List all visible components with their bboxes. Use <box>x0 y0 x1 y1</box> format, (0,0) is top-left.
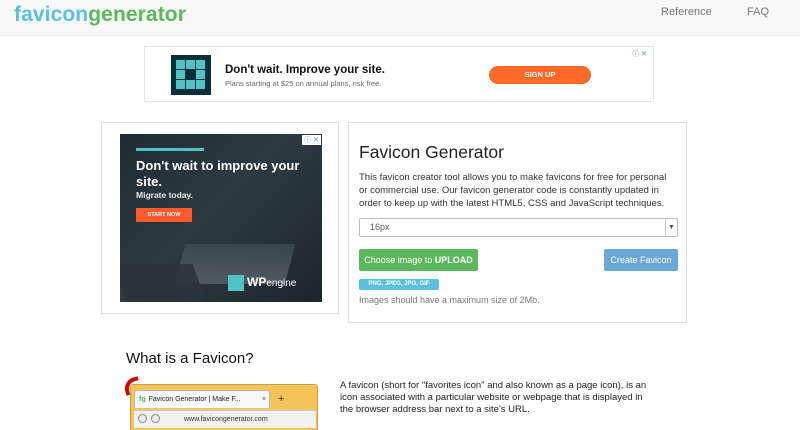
side-ad-panel: Don't wait to improve your site. Migrate… <box>101 122 339 314</box>
page-title: Favicon Generator <box>359 142 504 162</box>
wpengine-logo-icon <box>228 275 244 291</box>
banner-ad-subtitle: Plans starting at $25 on annual plans, r… <box>225 79 382 88</box>
ad-accent-line <box>136 148 204 151</box>
favicon-icon: fg <box>139 396 146 403</box>
side-ad-subline: Migrate today. <box>136 190 193 200</box>
max-size-note: Images should have a maximum size of 2Mb… <box>359 295 540 305</box>
favicon-definition: A favicon (short for "favorites icon" an… <box>340 380 647 415</box>
site-logo[interactable]: favicongenerator <box>14 3 186 27</box>
adchoices-icon[interactable]: ⓘ ✕ <box>632 49 647 59</box>
browser-address-bar: www.favicongenerator.com <box>134 410 316 428</box>
side-ad-headline: Don't wait to improve your site. <box>136 158 300 189</box>
wpengine-wordmark: WPengine <box>247 275 297 289</box>
generator-description: This favicon creator tool allows you to … <box>359 172 667 209</box>
upload-image-button[interactable]: Choose image to UPLOAD <box>359 249 478 271</box>
favicon-generator-panel: Favicon Generator This favicon creator t… <box>348 122 687 323</box>
logo-part-favicon: favicon <box>14 3 89 26</box>
back-icon <box>138 414 147 423</box>
ad-background-photo <box>120 264 208 302</box>
section-heading: What is a Favicon? <box>126 350 254 367</box>
banner-ad[interactable]: Don't wait. Improve your site. Plans sta… <box>144 46 654 102</box>
new-tab-icon: + <box>278 393 285 405</box>
nav-reference-link[interactable]: Reference <box>661 6 712 18</box>
banner-ad-title: Don't wait. Improve your site. <box>225 64 385 76</box>
browser-tab: fg Favicon Generator | Make F... × <box>134 390 270 408</box>
signup-button[interactable]: SIGN UP <box>489 66 591 84</box>
chevron-down-icon: ▼ <box>665 219 677 236</box>
file-types-badge: PNG, JPEG, JPG, GIF <box>359 279 439 290</box>
size-select-value: 16px <box>370 222 390 232</box>
adchoices-icon[interactable]: ⓘ ✕ <box>302 135 321 145</box>
logo-part-generator: generator <box>88 3 186 26</box>
top-navbar: favicongenerator Reference FAQ <box>0 0 800 36</box>
forward-icon <box>151 414 160 423</box>
nav-faq-link[interactable]: FAQ <box>747 6 769 18</box>
start-now-button[interactable]: START NOW <box>136 208 192 222</box>
close-icon: × <box>261 396 266 403</box>
size-select[interactable]: 16px ▼ <box>359 218 678 237</box>
browser-favicon-illustration: fg Favicon Generator | Make F... × + www.… <box>120 376 318 430</box>
create-favicon-button[interactable]: Create Favicon <box>604 249 678 271</box>
wpengine-logo-icon <box>171 55 211 95</box>
side-ad[interactable]: Don't wait to improve your site. Migrate… <box>120 134 322 302</box>
